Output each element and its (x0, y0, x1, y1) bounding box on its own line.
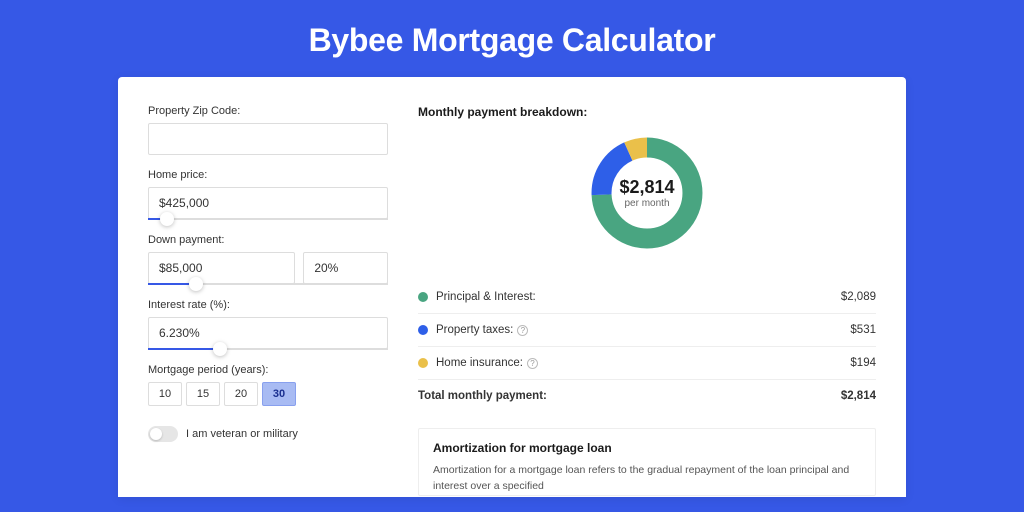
page-root: Bybee Mortgage Calculator Property Zip C… (0, 0, 1024, 512)
payment-donut-chart: $2,814 per month (587, 133, 707, 253)
total-row: Total monthly payment: $2,814 (418, 380, 876, 412)
interest-rate-field: Interest rate (%): (148, 299, 388, 350)
amortization-title: Amortization for mortgage loan (433, 441, 861, 455)
total-label: Total monthly payment: (418, 390, 841, 402)
down-payment-slider[interactable] (148, 283, 388, 285)
legend-label: Principal & Interest: (436, 291, 841, 303)
interest-rate-slider-thumb[interactable] (213, 342, 227, 356)
home-price-slider-thumb[interactable] (160, 212, 174, 226)
page-title: Bybee Mortgage Calculator (0, 0, 1024, 77)
down-payment-amount-input[interactable] (148, 252, 295, 284)
info-icon[interactable]: ? (517, 325, 528, 336)
period-option-10[interactable]: 10 (148, 382, 182, 406)
interest-rate-slider[interactable] (148, 348, 388, 350)
total-value: $2,814 (841, 390, 876, 402)
donut-caption: per month (624, 198, 669, 209)
down-payment-field: Down payment: (148, 234, 388, 285)
zip-input[interactable] (148, 123, 388, 155)
period-option-15[interactable]: 15 (186, 382, 220, 406)
home-price-field: Home price: (148, 169, 388, 220)
veteran-label: I am veteran or military (186, 428, 298, 440)
amortization-section: Amortization for mortgage loan Amortizat… (418, 428, 876, 496)
calculator-card: Property Zip Code: Home price: Down paym… (118, 77, 906, 497)
down-payment-label: Down payment: (148, 234, 388, 246)
mortgage-period-field: Mortgage period (years): 10152030 (148, 364, 388, 406)
zip-label: Property Zip Code: (148, 105, 388, 117)
period-option-20[interactable]: 20 (224, 382, 258, 406)
veteran-row: I am veteran or military (148, 426, 388, 442)
veteran-toggle[interactable] (148, 426, 178, 442)
mortgage-period-options: 10152030 (148, 382, 388, 406)
legend-value: $2,089 (841, 291, 876, 303)
legend-value: $194 (850, 357, 876, 369)
legend-label: Home insurance:? (436, 357, 850, 369)
mortgage-period-label: Mortgage period (years): (148, 364, 388, 376)
legend-row: Property taxes:?$531 (418, 314, 876, 347)
info-icon[interactable]: ? (527, 358, 538, 369)
home-price-label: Home price: (148, 169, 388, 181)
amortization-body: Amortization for a mortgage loan refers … (433, 463, 861, 495)
home-price-input[interactable] (148, 187, 388, 219)
legend-swatch (418, 358, 428, 368)
period-option-30[interactable]: 30 (262, 382, 296, 406)
legend-value: $531 (850, 324, 876, 336)
legend-swatch (418, 292, 428, 302)
home-price-slider[interactable] (148, 218, 388, 220)
zip-field: Property Zip Code: (148, 105, 388, 155)
interest-rate-slider-fill (148, 348, 220, 350)
down-payment-slider-thumb[interactable] (189, 277, 203, 291)
legend-row: Principal & Interest:$2,089 (418, 281, 876, 314)
down-payment-percent-input[interactable] (303, 252, 388, 284)
donut-amount: $2,814 (619, 177, 674, 198)
legend-row: Home insurance:?$194 (418, 347, 876, 380)
donut-center: $2,814 per month (587, 133, 707, 253)
veteran-toggle-knob (150, 428, 162, 440)
donut-wrap: $2,814 per month (418, 133, 876, 263)
legend-label: Property taxes:? (436, 324, 850, 336)
interest-rate-label: Interest rate (%): (148, 299, 388, 311)
interest-rate-input[interactable] (148, 317, 388, 349)
breakdown-legend: Principal & Interest:$2,089Property taxe… (418, 281, 876, 380)
legend-swatch (418, 325, 428, 335)
form-column: Property Zip Code: Home price: Down paym… (148, 105, 388, 497)
breakdown-column: Monthly payment breakdown: $2,814 per mo… (418, 105, 876, 497)
breakdown-title: Monthly payment breakdown: (418, 105, 876, 119)
